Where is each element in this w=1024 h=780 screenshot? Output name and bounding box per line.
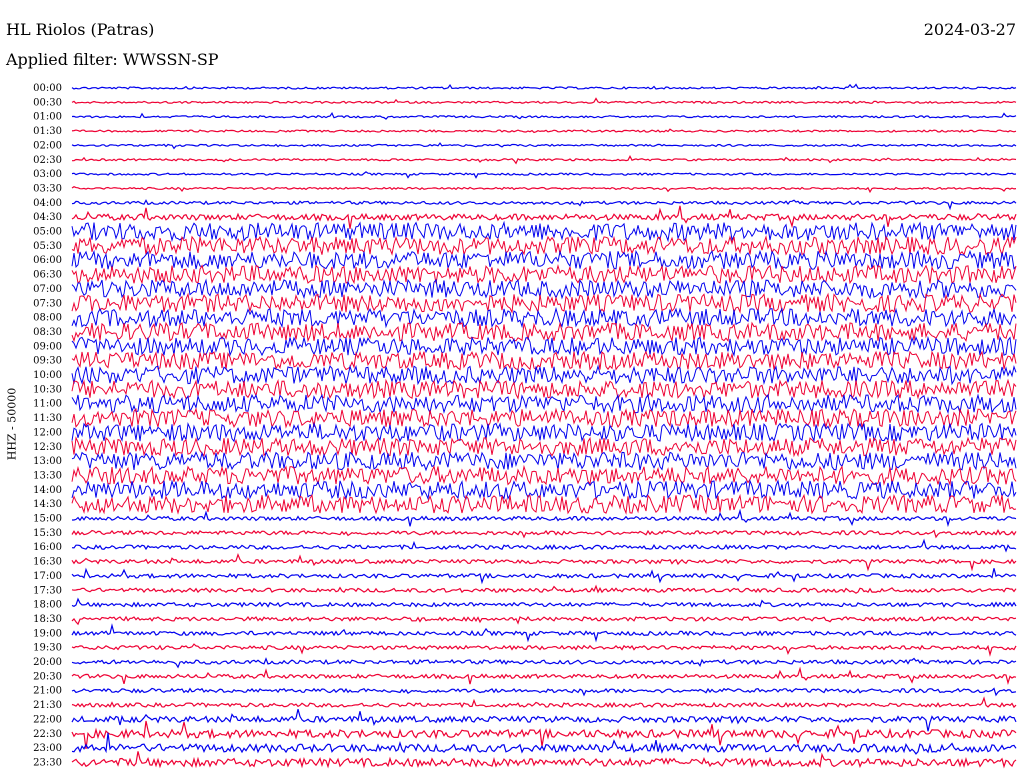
time-label: 02:00 xyxy=(33,140,62,151)
time-label: 03:00 xyxy=(33,169,62,180)
channel-axis-label: HHZ - 50000 xyxy=(5,387,19,461)
time-label: 21:30 xyxy=(33,700,62,711)
time-label: 11:30 xyxy=(33,413,62,424)
seismic-trace xyxy=(71,278,1017,300)
seismic-trace xyxy=(71,751,1017,769)
time-label: 19:00 xyxy=(33,628,62,639)
seismic-trace xyxy=(71,264,1017,285)
time-label: 09:30 xyxy=(33,356,62,367)
seismic-trace xyxy=(71,687,1017,697)
time-label: 07:30 xyxy=(33,298,62,309)
seismic-trace xyxy=(71,450,1017,472)
seismic-trace xyxy=(71,478,1017,501)
seismic-trace xyxy=(71,364,1017,386)
helicorder-plot: 00:00 00:30 01:00 01:30 02:00 02:30 03:00 03:30… xyxy=(33,83,1017,769)
seismic-trace xyxy=(71,597,1017,608)
time-label: 00:00 xyxy=(33,83,62,94)
seismic-trace xyxy=(71,464,1017,487)
time-label: 05:30 xyxy=(33,241,62,252)
seismic-trace xyxy=(71,657,1017,669)
seismic-trace xyxy=(71,615,1017,626)
time-label: 18:30 xyxy=(33,614,62,625)
time-label: 04:00 xyxy=(33,198,62,209)
time-label: 04:30 xyxy=(33,212,62,223)
time-label: 19:30 xyxy=(33,643,62,654)
seismic-trace xyxy=(71,97,1017,105)
seismic-trace xyxy=(71,493,1017,515)
time-label: 00:30 xyxy=(33,97,62,108)
time-label: 01:00 xyxy=(33,112,62,123)
seismic-trace xyxy=(71,584,1017,594)
seismic-trace xyxy=(71,83,1017,90)
seismic-trace xyxy=(71,186,1017,194)
time-label: 08:00 xyxy=(33,313,62,324)
seismic-trace xyxy=(71,709,1017,732)
time-label: 11:00 xyxy=(33,399,62,410)
time-label: 13:00 xyxy=(33,456,62,467)
date-label: 2024-03-27 xyxy=(923,20,1016,39)
time-label: 23:30 xyxy=(33,757,62,768)
time-label: 17:00 xyxy=(33,571,62,582)
time-label: 20:30 xyxy=(33,671,62,682)
seismic-trace xyxy=(71,111,1017,120)
station-title: HL Riolos (Patras) xyxy=(6,20,155,39)
time-label: 10:30 xyxy=(33,384,62,395)
time-label: 09:00 xyxy=(33,341,62,352)
seismic-trace xyxy=(71,142,1017,150)
seismic-trace xyxy=(71,199,1017,211)
seismic-trace xyxy=(71,643,1017,657)
seismic-trace xyxy=(71,552,1017,572)
time-label: 01:30 xyxy=(33,126,62,137)
time-label: 16:30 xyxy=(33,557,62,568)
time-label: 23:00 xyxy=(33,743,62,754)
time-label: 12:00 xyxy=(33,427,62,438)
seismic-trace xyxy=(71,378,1017,400)
seismic-trace xyxy=(71,220,1017,243)
time-label: 16:00 xyxy=(33,542,62,553)
seismic-trace xyxy=(71,234,1017,257)
time-label: 14:30 xyxy=(33,499,62,510)
time-label: 08:30 xyxy=(33,327,62,338)
filter-label: Applied filter: WWSSN-SP xyxy=(6,50,219,69)
time-label: 06:00 xyxy=(33,255,62,266)
seismic-trace xyxy=(71,538,1017,553)
time-label: 02:30 xyxy=(33,155,62,166)
seismic-trace xyxy=(71,529,1017,539)
time-label: 22:30 xyxy=(33,729,62,740)
time-label: 21:00 xyxy=(33,686,62,697)
time-label: 12:30 xyxy=(33,442,62,453)
time-label: 15:00 xyxy=(33,514,62,525)
time-label: 22:00 xyxy=(33,714,62,725)
time-label: 07:00 xyxy=(33,284,62,295)
time-label: 13:30 xyxy=(33,470,62,481)
seismic-trace xyxy=(71,321,1017,343)
helicorder-page: 00:00 00:30 01:00 01:30 02:00 02:30 03:00 03:30… xyxy=(0,0,1024,780)
seismic-trace xyxy=(71,666,1017,685)
seismic-trace xyxy=(72,154,1017,165)
seismic-trace xyxy=(71,567,1017,585)
seismic-trace xyxy=(71,696,1017,709)
seismic-trace xyxy=(71,350,1017,371)
time-label: 03:30 xyxy=(33,183,62,194)
seismic-trace xyxy=(72,508,1017,528)
seismic-trace xyxy=(71,407,1017,429)
time-label: 17:30 xyxy=(33,585,62,596)
time-label: 10:00 xyxy=(33,370,62,381)
seismic-trace xyxy=(71,128,1017,134)
seismic-trace xyxy=(71,205,1017,229)
time-label: 18:00 xyxy=(33,600,62,611)
time-label: 14:00 xyxy=(33,485,62,496)
time-label: 15:30 xyxy=(33,528,62,539)
seismic-trace xyxy=(71,623,1017,643)
time-label: 05:00 xyxy=(33,227,62,238)
time-label: 20:00 xyxy=(33,657,62,668)
time-label: 06:30 xyxy=(33,270,62,281)
seismic-trace xyxy=(71,171,1017,179)
